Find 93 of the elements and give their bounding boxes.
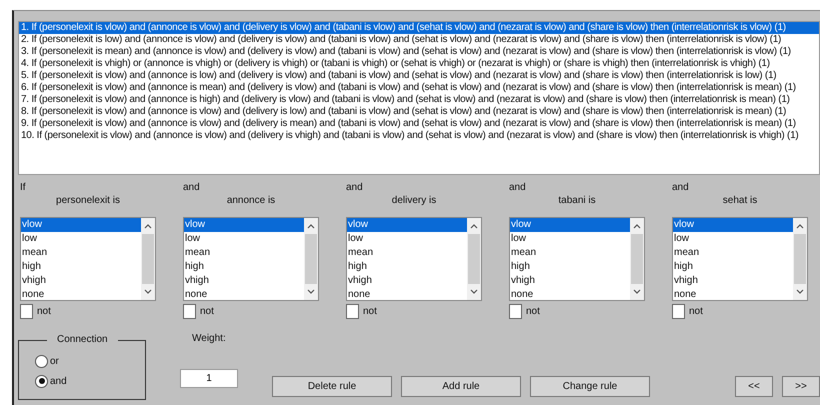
scrollbar[interactable]: [793, 218, 807, 300]
list-item[interactable]: none: [510, 288, 630, 300]
list-item[interactable]: vhigh: [347, 274, 467, 288]
list-item[interactable]: high: [510, 260, 630, 274]
list-item[interactable]: vlow: [184, 218, 304, 232]
rule-item[interactable]: 5. If (personelexit is vlow) and (annonce is low) and (delivery is vlow) and (tabani is vlow) and (sehat is vlow) and (nezarat is vlow) and (share is vlow) then (interrelationrisk is low) (1): [19, 70, 819, 82]
list-item[interactable]: none: [184, 288, 304, 300]
list-item[interactable]: mean: [510, 246, 630, 260]
connective-label: and: [346, 182, 364, 194]
connective-label: and: [672, 182, 690, 194]
connective-label: and: [509, 182, 527, 194]
nav-button[interactable]: <<: [735, 376, 773, 397]
radio-label: or: [50, 356, 59, 366]
scroll-thumb[interactable]: [142, 234, 154, 284]
rule-item[interactable]: 8. If (personelexit is vlow) and (annonce is vlow) and (delivery is low) and (tabani is vlow) and (sehat is vlow) and (nezarat is vlow) and (share is vlow) then (interrelationrisk is mean) (1): [19, 106, 819, 118]
scroll-up-icon[interactable]: [633, 223, 641, 229]
scrollbar[interactable]: [141, 218, 155, 300]
scroll-thumb[interactable]: [794, 234, 806, 284]
scroll-down-icon[interactable]: [470, 289, 478, 295]
checkbox[interactable]: [672, 304, 685, 319]
list-item[interactable]: high: [21, 260, 141, 274]
variable-label: sehat is: [722, 194, 758, 208]
scroll-up-icon[interactable]: [144, 223, 152, 229]
rule-button[interactable]: Add rule: [401, 376, 521, 397]
checkbox[interactable]: [346, 304, 359, 319]
rule-item[interactable]: 4. If (personelexit is vhigh) or (annonce is vhigh) or (delivery is vhigh) or (tabani is vhigh) or (sehat is vhigh) or (nezarat is vhigh) or (share is vhigh) then (interrelationrisk is vhigh) (1): [19, 58, 819, 70]
nav-button[interactable]: >>: [782, 376, 820, 397]
weight-field[interactable]: 1: [180, 369, 238, 388]
scroll-up-icon[interactable]: [307, 223, 315, 229]
variable-label: tabani is: [557, 194, 597, 208]
rule-list[interactable]: [18, 21, 820, 175]
checkbox[interactable]: [183, 304, 196, 319]
list-item[interactable]: none: [21, 288, 141, 300]
list-item[interactable]: high: [347, 260, 467, 274]
list-item[interactable]: vlow: [21, 218, 141, 232]
checkbox-label: not: [37, 306, 51, 317]
scroll-up-icon[interactable]: [470, 223, 478, 229]
list-item[interactable]: mean: [347, 246, 467, 260]
list-item[interactable]: vhigh: [673, 274, 793, 288]
list-item[interactable]: vhigh: [510, 274, 630, 288]
list-item[interactable]: vlow: [510, 218, 630, 232]
checkbox-label: not: [689, 306, 703, 317]
checkbox-label: not: [200, 306, 214, 317]
list-item[interactable]: vlow: [347, 218, 467, 232]
scroll-down-icon[interactable]: [633, 289, 641, 295]
scroll-down-icon[interactable]: [307, 289, 315, 295]
list-item[interactable]: low: [347, 232, 467, 246]
scroll-thumb[interactable]: [631, 234, 643, 284]
list-item[interactable]: vhigh: [184, 274, 304, 288]
list-item[interactable]: high: [184, 260, 304, 274]
list-item[interactable]: mean: [21, 246, 141, 260]
scrollbar[interactable]: [304, 218, 318, 300]
variable-label: personelexit is: [55, 194, 121, 208]
checkbox[interactable]: [509, 304, 522, 319]
connective-label: and: [183, 182, 201, 194]
weight-label: Weight:: [192, 333, 227, 345]
list-item[interactable]: low: [673, 232, 793, 246]
scrollbar[interactable]: [630, 218, 644, 300]
radio-button[interactable]: [35, 354, 48, 368]
list-item[interactable]: low: [21, 232, 141, 246]
list-item[interactable]: none: [673, 288, 793, 300]
list-item[interactable]: high: [673, 260, 793, 274]
list-item[interactable]: low: [510, 232, 630, 246]
scroll-thumb[interactable]: [305, 234, 317, 284]
scroll-down-icon[interactable]: [144, 289, 152, 295]
scrollbar[interactable]: [467, 218, 481, 300]
rule-item[interactable]: 10. If (personelexit is vlow) and (annonce is vlow) and (delivery is vhigh) and (tabani is vlow) and (sehat is vlow) and (nezarat is vlow) and (share is vlow) then (interrelationrisk is vhigh) (1): [19, 130, 819, 142]
rule-item[interactable]: 7. If (personelexit is vlow) and (annonce is high) and (delivery is vlow) and (tabani is vlow) and (sehat is vlow) and (nezarat is vlow) and (share is vlow) then (interrelationrisk is mean) (1): [19, 94, 819, 106]
rule-button[interactable]: Delete rule: [272, 376, 392, 397]
scroll-thumb[interactable]: [468, 234, 480, 284]
list-item[interactable]: low: [184, 232, 304, 246]
rule-button[interactable]: Change rule: [530, 376, 650, 397]
radio-label: and: [50, 376, 67, 386]
rule-item[interactable]: 1. If (personelexit is vlow) and (annonce is vlow) and (delivery is vlow) and (tabani is vlow) and (sehat is vlow) and (nezarat is vlow) and (share is vlow) then (interrelationrisk is vlow) (1): [19, 22, 819, 34]
scroll-down-icon[interactable]: [796, 289, 804, 295]
checkbox-label: not: [363, 306, 377, 317]
list-item[interactable]: mean: [673, 246, 793, 260]
list-item[interactable]: vhigh: [21, 274, 141, 288]
scroll-up-icon[interactable]: [796, 223, 804, 229]
connective-label: If: [20, 182, 27, 194]
variable-label: annonce is: [226, 194, 276, 208]
rule-item[interactable]: 2. If (personelexit is low) and (annonce is vlow) and (delivery is vlow) and (tabani is vlow) and (sehat is vlow) and (nezarat is vlow) and (share is vlow) then (interrelationrisk is vlow) (1): [19, 34, 819, 46]
rule-item[interactable]: 6. If (personelexit is vlow) and (annonce is mean) and (delivery is vlow) and (tabani is vlow) and (sehat is vlow) and (nezarat is vlow) and (share is vlow) then (interrelationrisk is mean) (1): [19, 82, 819, 94]
radio-button[interactable]: [35, 374, 48, 388]
list-item[interactable]: none: [347, 288, 467, 300]
checkbox-label: not: [526, 306, 540, 317]
rule-item[interactable]: 9. If (personelexit is vlow) and (annonce is vlow) and (delivery is mean) and (tabani is vlow) and (sehat is vlow) and (nezarat is vlow) and (share is vlow) then (interrelationrisk is mean) (1): [19, 118, 819, 130]
rule-item[interactable]: 3. If (personelexit is mean) and (annonce is vlow) and (delivery is vlow) and (tabani is vlow) and (sehat is vlow) and (nezarat is vlow) and (share is vlow) then (interrelationrisk is vlow) (1): [19, 46, 819, 58]
checkbox[interactable]: [20, 304, 33, 319]
group-title: Connection: [47, 334, 118, 345]
list-item[interactable]: vlow: [673, 218, 793, 232]
list-item[interactable]: mean: [184, 246, 304, 260]
variable-label: delivery is: [390, 194, 438, 208]
